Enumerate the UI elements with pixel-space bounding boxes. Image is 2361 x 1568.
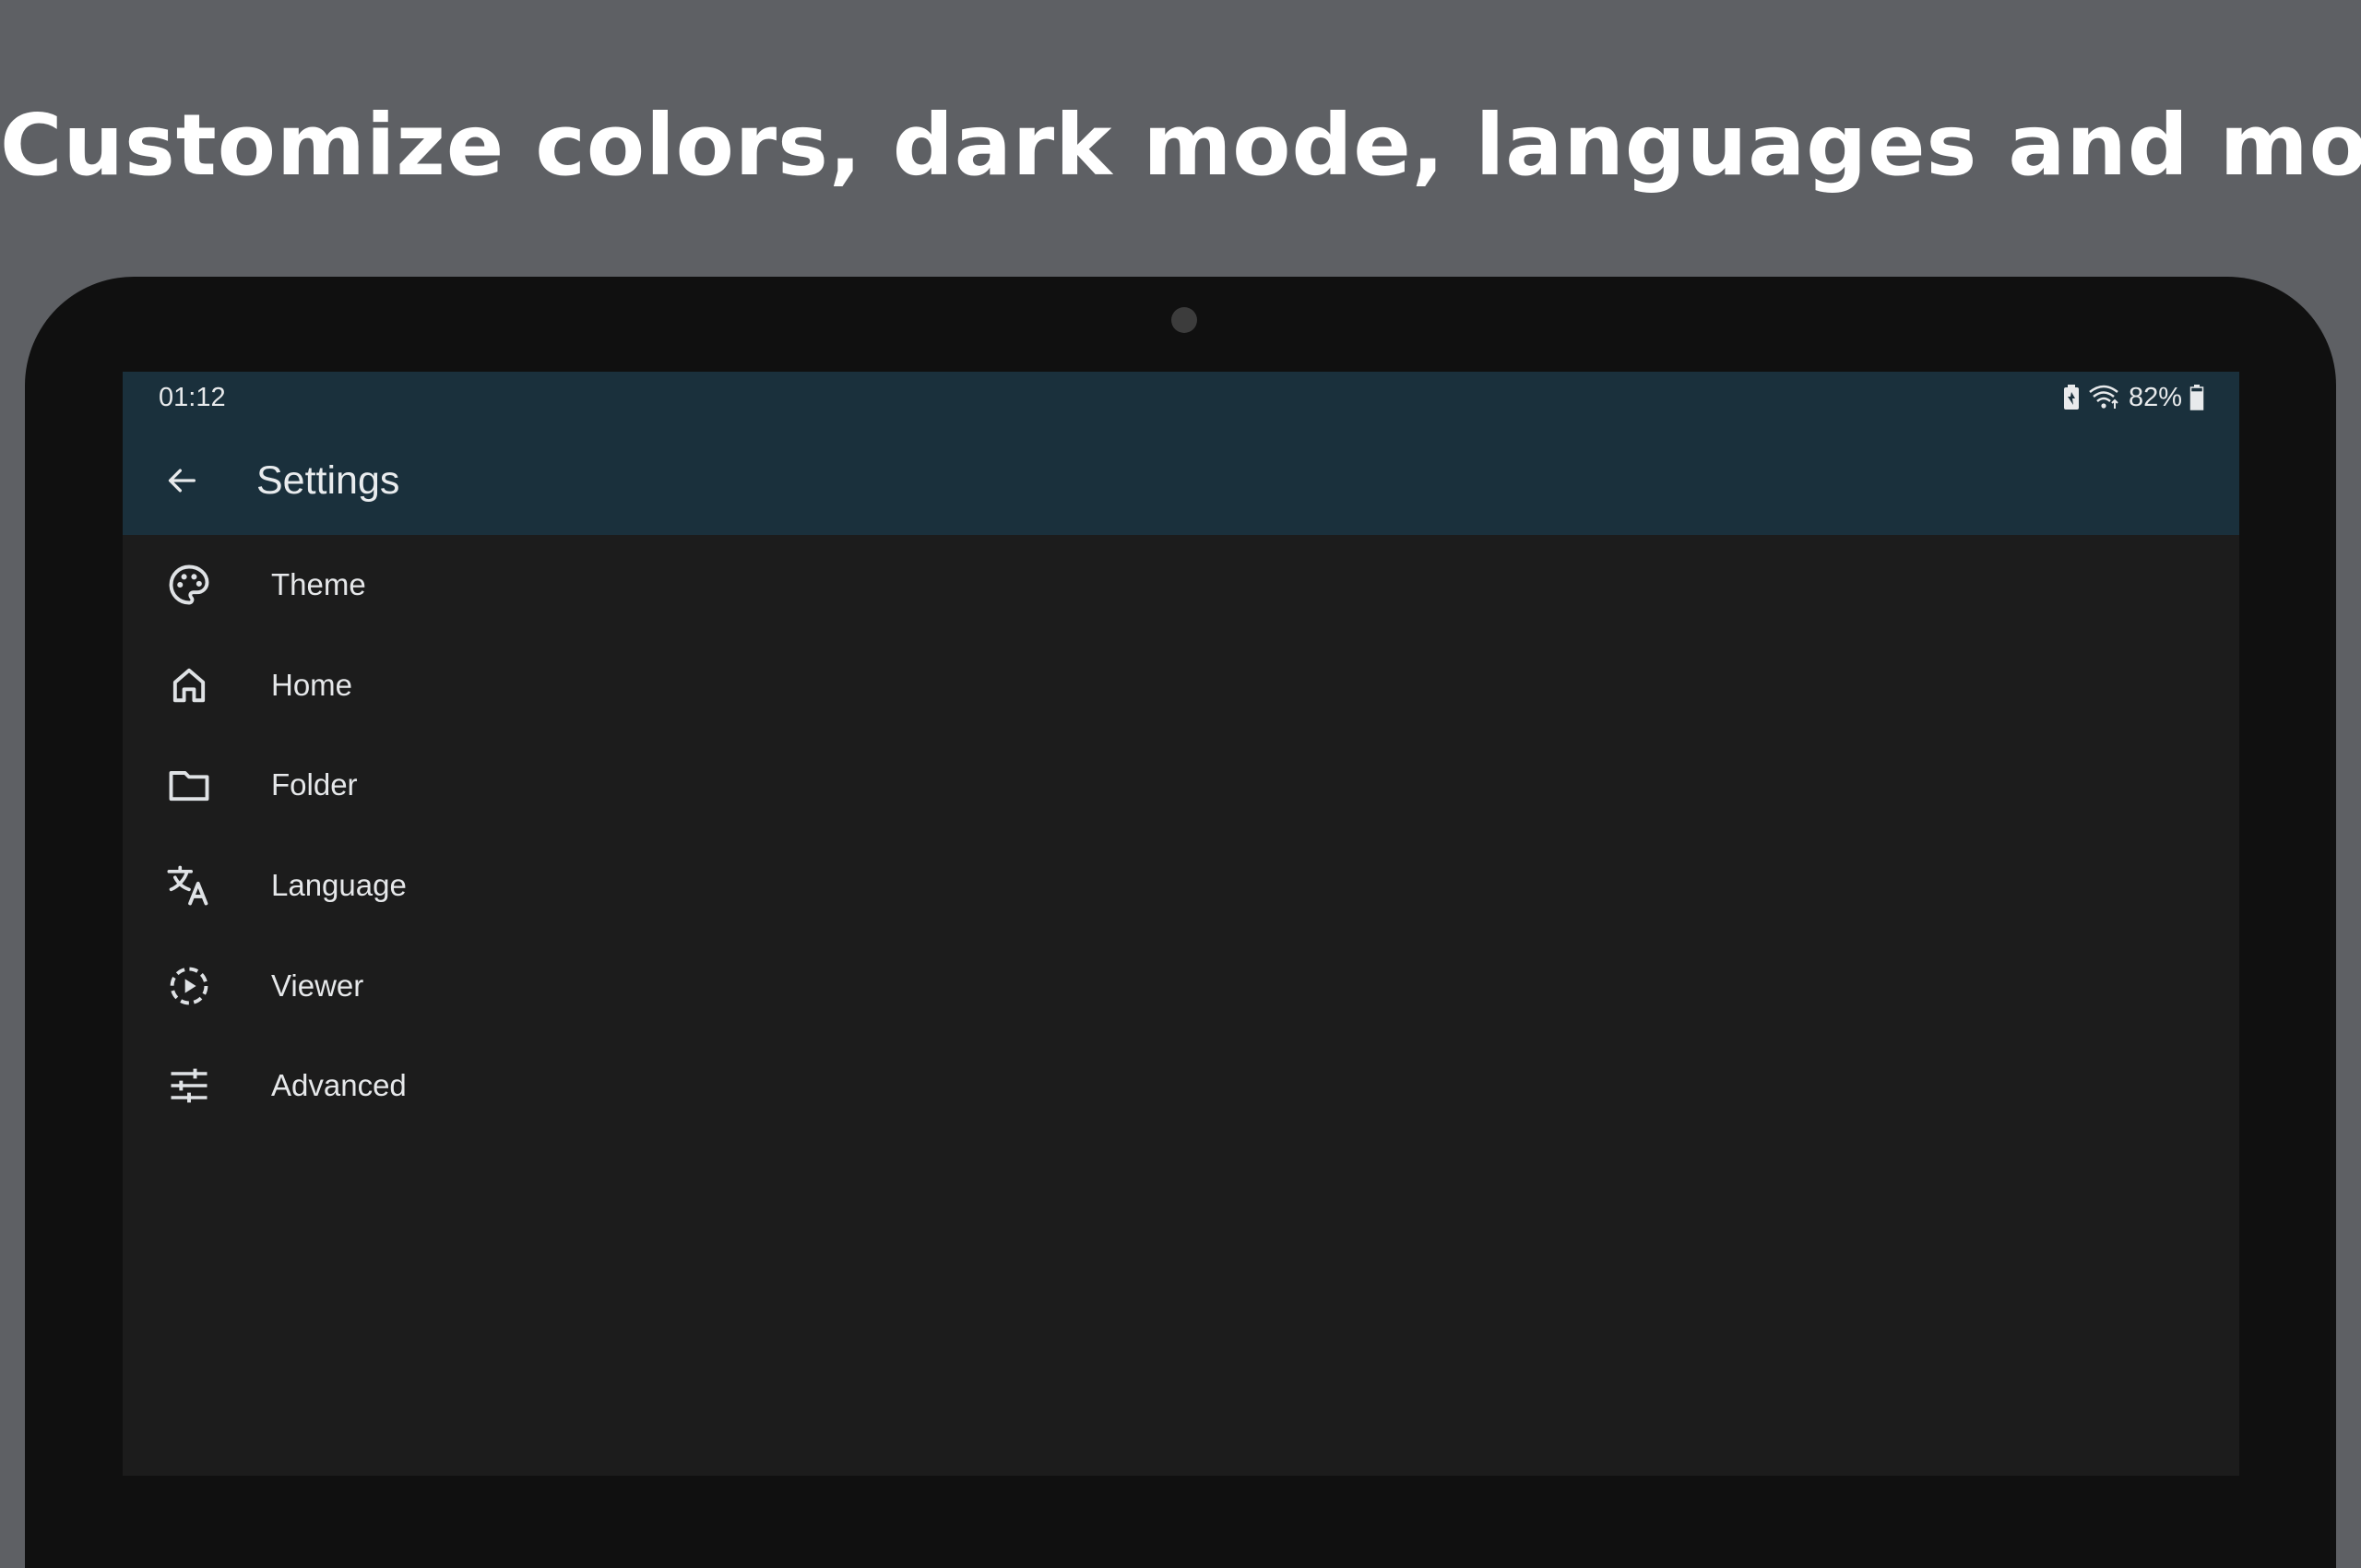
device-screen: 01:12 82% Settings Theme Home Folder Lan…: [123, 372, 2239, 1476]
tune-icon: [165, 1062, 213, 1110]
settings-item-language[interactable]: Language: [123, 836, 2239, 936]
page-title: Settings: [256, 458, 400, 503]
slideshow-icon: [165, 962, 213, 1010]
settings-item-label: Folder: [271, 767, 358, 802]
settings-item-folder[interactable]: Folder: [123, 735, 2239, 836]
settings-item-home[interactable]: Home: [123, 636, 2239, 736]
settings-item-label: Viewer: [271, 968, 364, 1003]
translate-icon: [165, 861, 213, 909]
back-button[interactable]: [156, 455, 208, 506]
settings-list: Theme Home Folder Language Viewer Advanc…: [123, 535, 2239, 1136]
settings-item-viewer[interactable]: Viewer: [123, 935, 2239, 1036]
arrow-back-icon: [168, 469, 196, 493]
status-icons: 82%: [2062, 377, 2204, 418]
wifi-icon: [2088, 384, 2121, 411]
battery-icon: [2189, 384, 2204, 411]
folder-icon: [165, 761, 213, 809]
front-camera: [1171, 307, 1197, 333]
app-bar: 01:12 82% Settings: [123, 372, 2239, 535]
settings-item-theme[interactable]: Theme: [123, 535, 2239, 636]
settings-item-label: Theme: [271, 567, 366, 602]
settings-item-label: Home: [271, 667, 353, 702]
battery-saver-icon: [2062, 384, 2081, 411]
settings-item-label: Advanced: [271, 1068, 407, 1103]
home-icon: [165, 661, 213, 709]
settings-item-advanced[interactable]: Advanced: [123, 1036, 2239, 1136]
palette-icon: [165, 561, 213, 609]
status-time: 01:12: [159, 383, 226, 412]
battery-percent: 82%: [2128, 382, 2182, 412]
settings-item-label: Language: [271, 868, 407, 903]
promo-heading: Customize colors, dark mode, languages a…: [0, 96, 2361, 195]
